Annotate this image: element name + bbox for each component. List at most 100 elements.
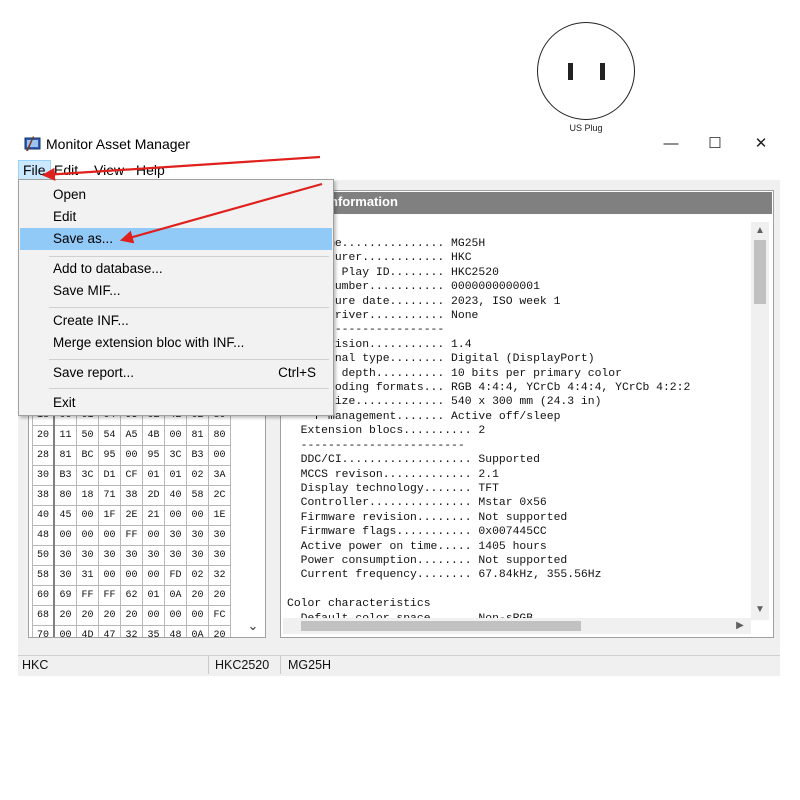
status-separator: [208, 656, 209, 674]
info-line: ------------------------: [300, 439, 465, 452]
menu-item-label: Add to database...: [53, 261, 163, 276]
hex-address-cell: 48: [32, 525, 55, 546]
minimize-button[interactable]: —: [659, 134, 683, 154]
hex-byte-cell: 31: [76, 565, 99, 586]
hex-byte-cell: 20: [53, 605, 77, 626]
hex-byte-cell: 00: [142, 605, 165, 626]
info-horizontal-scrollbar[interactable]: ▶: [283, 618, 751, 634]
hex-address-cell: 30: [32, 465, 55, 486]
status-model: MG25H: [288, 658, 332, 672]
plug-prong-left: [568, 63, 573, 80]
menu-item-create-inf[interactable]: Create INF...: [20, 310, 332, 332]
hex-byte-cell: 81: [186, 425, 209, 446]
hex-byte-cell: 30: [208, 525, 231, 546]
hex-row: 30 B3 3C D1 CF 01 01 02 3A: [32, 465, 231, 486]
hex-byte-cell: 00: [164, 605, 187, 626]
menu-edit[interactable]: Edit: [50, 160, 82, 180]
menu-item-label: Save as...: [53, 231, 114, 246]
hex-row: 58 30 31 00 00 00 FD 02 32: [32, 565, 231, 586]
hex-address-cell: 50: [32, 545, 55, 566]
hex-byte-cell: 00: [98, 565, 121, 586]
info-line: Active power on time..... 1405 hours: [300, 540, 547, 553]
scroll-up-icon[interactable]: ▲: [751, 225, 769, 236]
hex-byte-cell: 32: [120, 625, 143, 637]
close-button[interactable]: ✕: [749, 134, 773, 154]
hex-byte-cell: 1F: [98, 505, 121, 526]
hex-byte-cell: 48: [164, 625, 187, 637]
menu-item-label: Save report...: [53, 365, 135, 380]
hex-byte-cell: 30: [208, 545, 231, 566]
hex-byte-cell: 30: [120, 545, 143, 566]
vertical-scroll-thumb[interactable]: [754, 240, 766, 304]
menu-item-open[interactable]: Open: [20, 184, 332, 206]
hex-byte-cell: 02: [186, 465, 209, 486]
hex-scroll-down-icon[interactable]: ⌄: [244, 618, 262, 634]
hex-byte-cell: 50: [76, 425, 99, 446]
hex-byte-cell: 45: [53, 505, 77, 526]
hex-byte-cell: 00: [142, 525, 165, 546]
menu-file[interactable]: File: [18, 160, 51, 180]
hex-byte-cell: 30: [186, 545, 209, 566]
menu-view[interactable]: View: [90, 160, 128, 180]
menu-item-save-as[interactable]: Save as...: [20, 228, 332, 250]
hex-byte-cell: 95: [142, 445, 165, 466]
hex-row: 40 45 00 1F 2E 21 00 00 1E: [32, 505, 231, 526]
menu-item-merge-extension[interactable]: Merge extension bloc with INF...: [20, 332, 332, 354]
menu-item-label: Edit: [53, 209, 77, 224]
hex-byte-cell: 69: [53, 585, 77, 606]
scroll-right-icon[interactable]: ▶: [731, 620, 749, 631]
hex-byte-cell: 00: [164, 425, 187, 446]
hex-address-cell: 58: [32, 565, 55, 586]
hex-byte-cell: FF: [120, 525, 143, 546]
maximize-button[interactable]: ☐: [703, 134, 727, 154]
hex-byte-cell: 30: [164, 525, 187, 546]
menu-item-shortcut: Ctrl+S: [278, 365, 316, 380]
hex-byte-cell: CF: [120, 465, 143, 486]
menu-item-label: Open: [53, 187, 87, 202]
info-line: MCCS revison............. 2.1: [300, 468, 499, 481]
hex-byte-cell: BC: [76, 445, 99, 466]
hex-byte-cell: 58: [186, 485, 209, 506]
hex-address-cell: 60: [32, 585, 55, 606]
scroll-down-icon[interactable]: ▼: [751, 604, 769, 615]
hex-row: 38 80 18 71 38 2D 40 58 2C: [32, 485, 231, 506]
menu-item-save-mif[interactable]: Save MIF...: [20, 280, 332, 302]
hex-byte-cell: 40: [164, 485, 187, 506]
info-vertical-scrollbar[interactable]: ▲ ▼: [751, 222, 769, 620]
hex-byte-cell: 30: [186, 525, 209, 546]
menu-item-exit[interactable]: Exit: [20, 392, 332, 414]
hex-byte-cell: 30: [164, 545, 187, 566]
hex-byte-cell: FD: [164, 565, 187, 586]
hex-byte-cell: 30: [76, 545, 99, 566]
hex-byte-cell: 00: [186, 605, 209, 626]
info-line: Current frequency........ 67.84kHz, 355.…: [300, 569, 602, 582]
hex-byte-cell: 00: [120, 445, 143, 466]
status-bar: [18, 655, 780, 676]
info-line: Controller............... Mstar 0x56: [300, 497, 547, 510]
info-line: Firmware flags........... 0x007445CC: [300, 526, 547, 539]
status-manufacturer: HKC: [22, 658, 49, 672]
hex-byte-cell: 20: [208, 585, 231, 606]
hex-byte-cell: 00: [120, 565, 143, 586]
menu-item-save-report[interactable]: Save report... Ctrl+S: [20, 362, 332, 384]
menu-help[interactable]: Help: [132, 160, 169, 180]
horizontal-scroll-thumb[interactable]: [301, 621, 581, 631]
plug-prong-right: [600, 63, 605, 80]
hex-byte-cell: B3: [186, 445, 209, 466]
menu-separator: [49, 256, 329, 257]
hex-row: 70 00 4D 47 32 35 48 0A 20: [32, 625, 231, 637]
info-line: encoding formats... RGB 4:4:4, YCrCb 4:4…: [314, 382, 691, 395]
hex-byte-cell: 20: [186, 585, 209, 606]
hex-byte-cell: 2E: [120, 505, 143, 526]
hex-byte-cell: 62: [120, 585, 143, 606]
menu-separator: [49, 388, 329, 389]
menu-item-add-to-database[interactable]: Add to database...: [20, 258, 332, 280]
hex-byte-cell: B3: [53, 465, 77, 486]
info-line: Color characteristics: [287, 598, 431, 611]
status-separator: [280, 656, 281, 674]
info-line: n size............. 540 x 300 mm (24.3 i…: [314, 396, 602, 409]
menu-separator: [49, 359, 329, 360]
hex-byte-cell: 2D: [142, 485, 165, 506]
menu-item-edit[interactable]: Edit: [20, 206, 332, 228]
hex-byte-cell: 0A: [164, 585, 187, 606]
